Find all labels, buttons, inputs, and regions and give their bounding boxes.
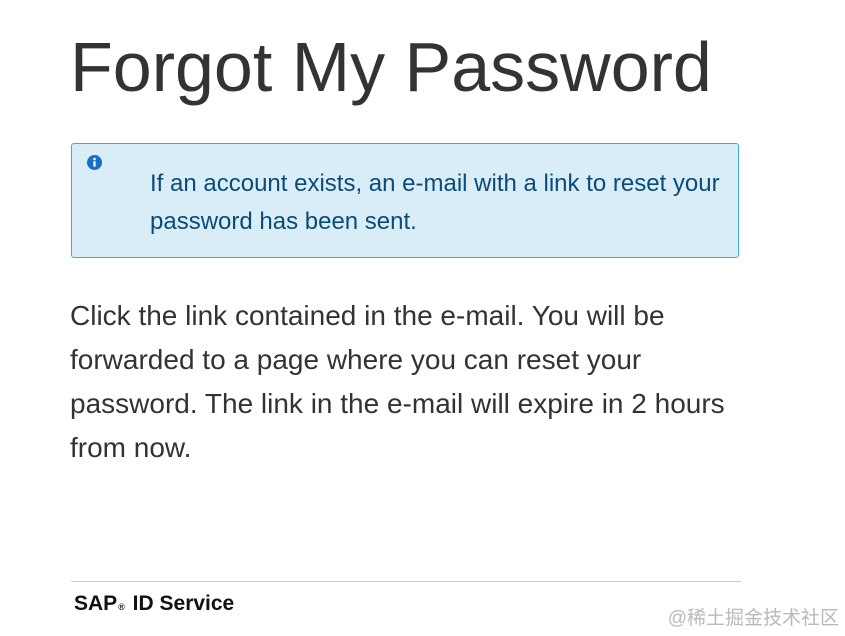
alert-message: If an account exists, an e-mail with a l…	[150, 170, 720, 235]
info-alert: If an account exists, an e-mail with a l…	[71, 143, 739, 258]
instructions-text: Click the link contained in the e-mail. …	[70, 300, 725, 463]
brand-sap: SAP	[74, 592, 118, 615]
footer-divider	[71, 581, 741, 582]
sap-id-service-logo: SAP® ID Service	[74, 590, 234, 618]
watermark: @稀土掘金技术社区	[667, 608, 839, 629]
info-icon	[87, 155, 102, 170]
registered-mark: ®	[118, 602, 125, 612]
page-title: Forgot My Password	[70, 28, 712, 106]
brand-service: ID Service	[132, 592, 235, 615]
forgot-password-page: Forgot My Password If an account exists,…	[0, 0, 845, 636]
